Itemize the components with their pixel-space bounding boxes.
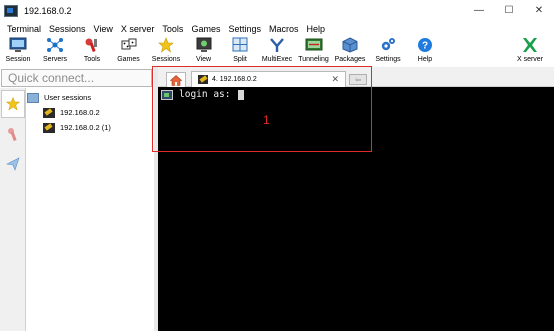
multiexec-icon: [268, 37, 286, 53]
minimize-button[interactable]: —: [464, 0, 494, 21]
tree-session-item[interactable]: 192.168.0.2 (1): [26, 120, 154, 135]
games-button[interactable]: Games: [110, 36, 147, 67]
menu-games[interactable]: Games: [187, 24, 224, 34]
tree-session-label: 192.168.0.2: [60, 108, 100, 117]
sessions-star-icon: [6, 97, 20, 111]
menu-macros[interactable]: Macros: [265, 24, 303, 34]
games-icon: [120, 37, 138, 53]
split-button[interactable]: Split: [222, 36, 258, 67]
packages-button[interactable]: Packages: [331, 36, 369, 67]
x-server-button[interactable]: X server: [512, 36, 548, 67]
sidebar-tabs: [0, 88, 26, 331]
main-toolbar: Session Servers Tools Games Sessions Vie…: [0, 36, 554, 67]
window-title: 192.168.0.2: [24, 5, 72, 16]
tools-icon: [8, 128, 17, 142]
tools-icon: [83, 37, 101, 53]
tree-session-label: 192.168.0.2 (1): [60, 123, 111, 132]
settings-gears-icon: [379, 37, 397, 53]
menu-tools[interactable]: Tools: [158, 24, 187, 34]
maximize-button[interactable]: ☐: [494, 0, 524, 21]
menu-bar: Terminal Sessions View X server Tools Ga…: [0, 21, 554, 36]
tunneling-button[interactable]: Tunneling: [296, 36, 331, 67]
tree-folder-user-sessions[interactable]: User sessions: [26, 90, 154, 105]
annotation-number: 1: [263, 113, 270, 127]
session-tree: User sessions 192.168.0.2 192.168.0.2 (1…: [26, 88, 154, 331]
view-icon: [195, 37, 213, 53]
svg-text:?: ?: [422, 41, 428, 52]
x-server-icon: [521, 37, 539, 53]
window-controls: — ☐ ✕: [464, 0, 554, 21]
menu-x-server[interactable]: X server: [117, 24, 159, 34]
help-button[interactable]: ? Help: [407, 36, 443, 67]
session-icon: [9, 37, 27, 53]
sidebar-tab-sessions[interactable]: [1, 90, 25, 118]
tree-folder-label: User sessions: [44, 93, 92, 102]
servers-button[interactable]: Servers: [36, 36, 74, 67]
session-button[interactable]: Session: [0, 36, 36, 67]
tools-button[interactable]: Tools: [74, 36, 110, 67]
split-icon: [231, 37, 249, 53]
packages-icon: [341, 37, 359, 53]
settings-button[interactable]: Settings: [369, 36, 407, 67]
servers-icon: [46, 37, 64, 53]
quick-connect-input[interactable]: Quick connect...: [1, 69, 152, 87]
menu-help[interactable]: Help: [303, 24, 330, 34]
menu-settings[interactable]: Settings: [224, 24, 265, 34]
view-button[interactable]: View: [185, 36, 222, 67]
tunneling-icon: [305, 37, 323, 53]
annotation-highlight-box: [152, 66, 372, 152]
sidebar-tab-macros[interactable]: [1, 150, 25, 178]
macros-icon: [6, 157, 20, 171]
user-sessions-folder-icon: [27, 92, 39, 103]
ssh-key-icon: [43, 107, 55, 118]
sessions-star-icon: [157, 37, 175, 53]
sidebar-tab-tools[interactable]: [1, 120, 25, 148]
title-bar: 192.168.0.2 — ☐ ✕: [0, 0, 554, 21]
menu-terminal[interactable]: Terminal: [3, 24, 45, 34]
close-window-button[interactable]: ✕: [524, 0, 554, 21]
multiexec-button[interactable]: MultiExec: [258, 36, 296, 67]
sessions-button[interactable]: Sessions: [147, 36, 185, 67]
ssh-key-icon: [43, 122, 55, 133]
menu-view[interactable]: View: [90, 24, 117, 34]
menu-sessions[interactable]: Sessions: [45, 24, 90, 34]
mobaxterm-app-icon: [4, 4, 18, 17]
help-icon: ?: [416, 37, 434, 53]
tree-session-item[interactable]: 192.168.0.2: [26, 105, 154, 120]
